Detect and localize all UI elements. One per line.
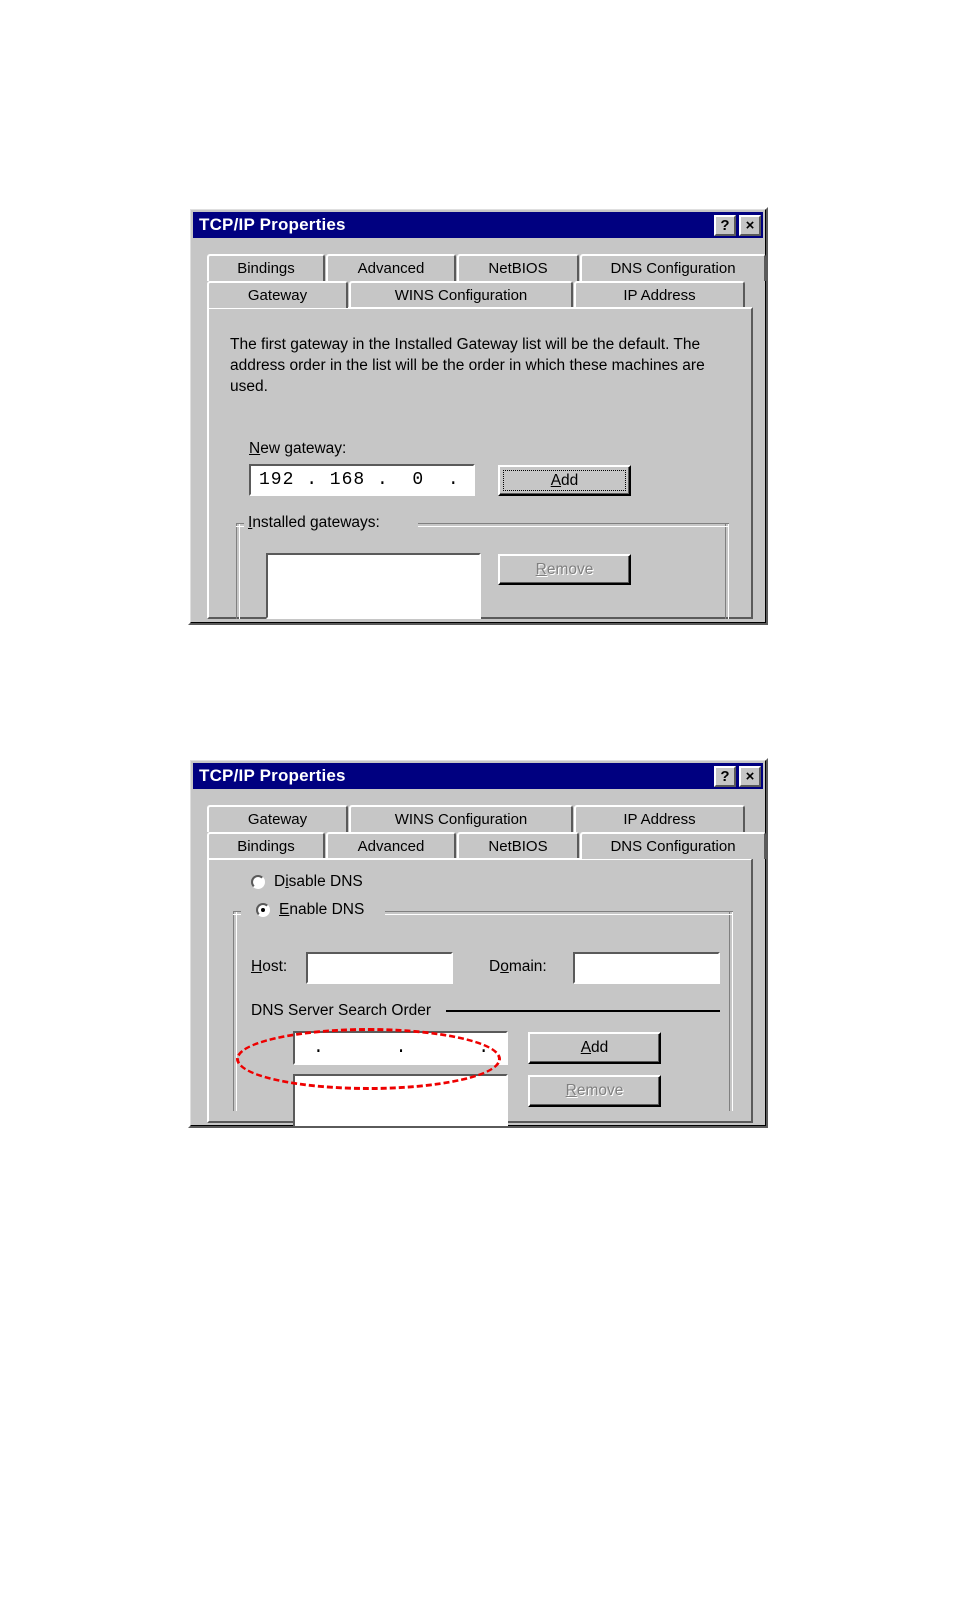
host-label: Host: xyxy=(251,958,288,975)
host-input[interactable] xyxy=(306,952,453,984)
tab-panel-dns: Disable DNS Enable DNS Host: Domain: DNS… xyxy=(207,858,753,1126)
tab-wins-configuration[interactable]: WINS Configuration xyxy=(349,805,573,832)
close-icon[interactable]: × xyxy=(739,214,761,236)
dns-ip-value: . . . xyxy=(313,1038,491,1058)
radio-enable-dns-indicator xyxy=(256,903,270,917)
tab-netbios[interactable]: NetBIOS xyxy=(457,254,579,281)
tab-advanced[interactable]: Advanced xyxy=(326,832,456,859)
tab-gateway[interactable]: Gateway xyxy=(207,805,348,832)
tab-ip-address[interactable]: IP Address xyxy=(574,805,745,832)
tab-wins-configuration[interactable]: WINS Configuration xyxy=(349,281,573,308)
new-gateway-input[interactable]: 192 . 168 . 0 . 1 xyxy=(249,464,475,496)
tab-row-top: Gateway WINS Configuration IP Address xyxy=(207,805,746,832)
titlebar[interactable]: TCP/IP Properties ? × xyxy=(193,763,763,789)
dns-search-order-rule xyxy=(446,1010,720,1012)
help-icon[interactable]: ? xyxy=(714,214,736,236)
installed-gateways-list[interactable] xyxy=(266,553,481,619)
dns-server-list[interactable] xyxy=(293,1074,508,1126)
domain-input[interactable] xyxy=(573,952,720,984)
window-title: TCP/IP Properties xyxy=(199,215,346,234)
tab-panel-gateway: The first gateway in the Installed Gatew… xyxy=(207,307,753,619)
tab-advanced[interactable]: Advanced xyxy=(326,254,456,281)
radio-disable-dns-label: Disable DNS xyxy=(274,873,363,890)
radio-disable-dns[interactable]: Disable DNS xyxy=(251,873,363,891)
tab-bindings[interactable]: Bindings xyxy=(207,254,325,281)
tab-bindings[interactable]: Bindings xyxy=(207,832,325,859)
installed-gateways-group: Installed gateways: Remove xyxy=(236,514,729,619)
tab-row-top: Bindings Advanced NetBIOS DNS Configurat… xyxy=(207,254,766,281)
tab-row-bottom: Bindings Advanced NetBIOS DNS Configurat… xyxy=(207,832,766,859)
radio-enable-dns-label: Enable DNS xyxy=(279,901,365,918)
titlebar-buttons: ? × xyxy=(714,765,761,787)
tab-dns-configuration[interactable]: DNS Configuration xyxy=(580,832,766,859)
tab-gateway[interactable]: Gateway xyxy=(207,281,348,308)
tab-row-bottom: Gateway WINS Configuration IP Address xyxy=(207,281,746,308)
gateway-description: The first gateway in the Installed Gatew… xyxy=(230,336,705,395)
tab-dns-configuration[interactable]: DNS Configuration xyxy=(580,254,766,281)
window-title: TCP/IP Properties xyxy=(199,766,346,785)
radio-enable-dns[interactable]: Enable DNS xyxy=(251,901,370,919)
titlebar-buttons: ? × xyxy=(714,214,761,236)
add-gateway-button[interactable]: Add xyxy=(498,465,631,496)
close-icon[interactable]: × xyxy=(739,765,761,787)
add-dns-button[interactable]: Add xyxy=(528,1032,661,1064)
domain-label: Domain: xyxy=(489,958,547,975)
dns-ip-input[interactable]: . . . xyxy=(293,1031,508,1065)
tcpip-properties-gateway-dialog: TCP/IP Properties ? × Bindings Advanced … xyxy=(188,207,768,625)
installed-gateways-label: Installed gateways: xyxy=(244,514,384,532)
tcpip-properties-dns-dialog: TCP/IP Properties ? × Gateway WINS Confi… xyxy=(188,758,768,1128)
dns-search-order-label: DNS Server Search Order xyxy=(251,1002,432,1019)
help-icon[interactable]: ? xyxy=(714,765,736,787)
enable-dns-group: Enable DNS Host: Domain: DNS Server Sear… xyxy=(233,901,733,1126)
new-gateway-label: New gateway: xyxy=(249,440,347,457)
tab-netbios[interactable]: NetBIOS xyxy=(457,832,579,859)
remove-dns-button[interactable]: Remove xyxy=(528,1075,661,1107)
tab-ip-address[interactable]: IP Address xyxy=(574,281,745,308)
new-gateway-value: 192 . 168 . 0 . 1 xyxy=(259,470,475,490)
radio-disable-dns-indicator xyxy=(251,875,265,889)
remove-gateway-button[interactable]: Remove xyxy=(498,554,631,585)
titlebar[interactable]: TCP/IP Properties ? × xyxy=(193,212,763,238)
